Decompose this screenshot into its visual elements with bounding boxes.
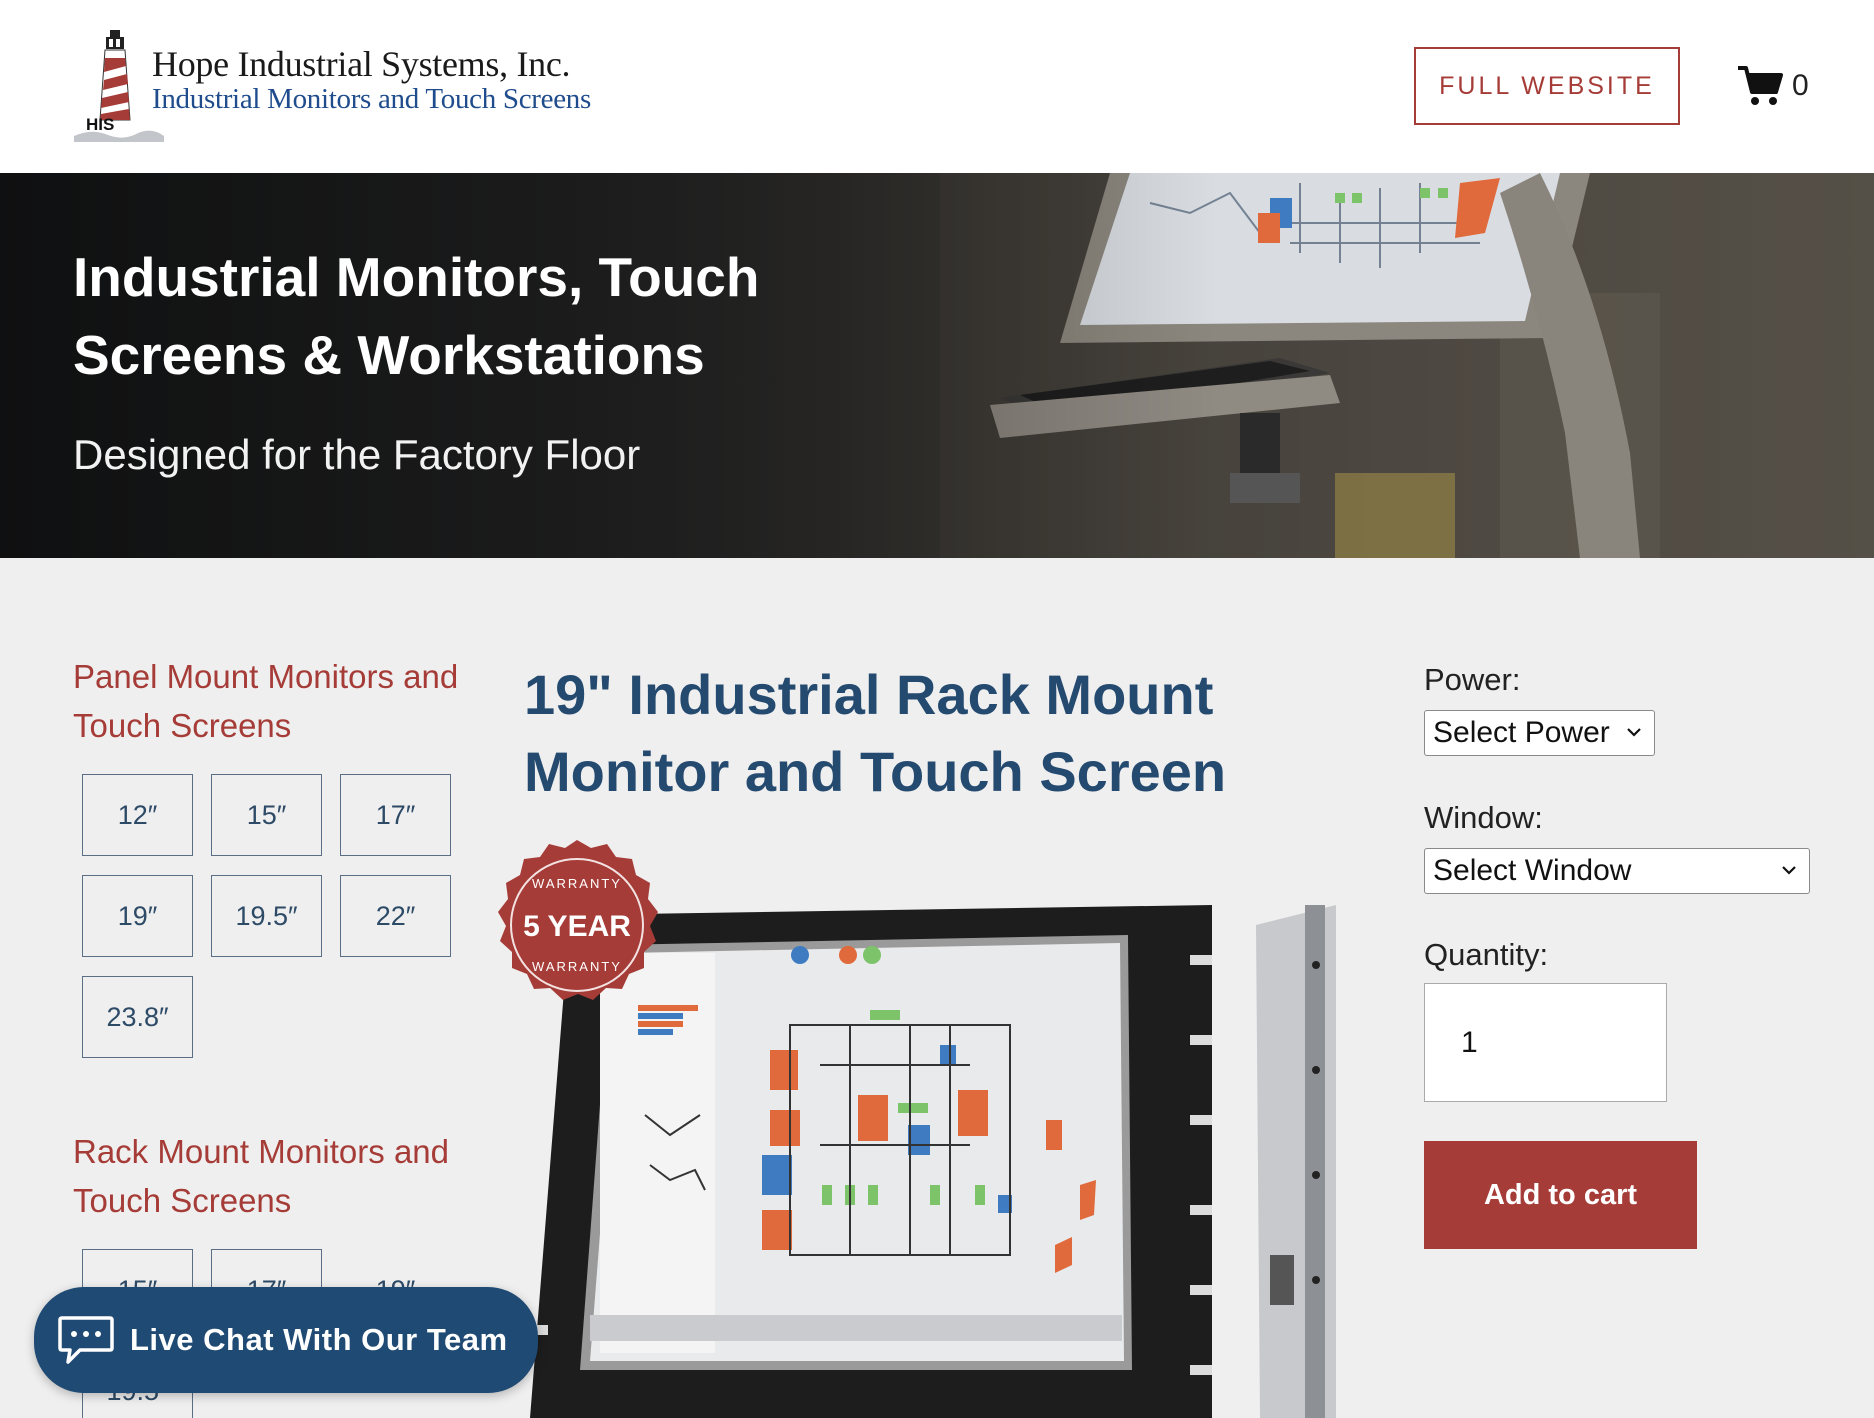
panel-size-23-8[interactable]: 23.8″	[82, 976, 193, 1058]
window-select-value: Select Window	[1433, 854, 1632, 887]
chevron-down-icon	[1782, 866, 1796, 875]
hero-banner: Industrial Monitors, Touch Screens & Wor…	[0, 173, 1874, 558]
power-select[interactable]: Select Power	[1424, 710, 1655, 756]
power-select-value: Select Power	[1433, 716, 1610, 749]
add-to-cart-button[interactable]: Add to cart	[1424, 1141, 1697, 1249]
live-chat-label: Live Chat With Our Team	[130, 1322, 508, 1357]
panel-size-15[interactable]: 15″	[211, 774, 322, 856]
chevron-down-icon	[1627, 728, 1641, 737]
panel-mount-heading[interactable]: Panel Mount Monitors and Touch Screens	[73, 652, 473, 750]
power-label: Power:	[1424, 662, 1521, 697]
chat-bubble-icon	[58, 1316, 114, 1364]
svg-text:HIS: HIS	[86, 115, 114, 134]
svg-text:WARRANTY: WARRANTY	[532, 959, 622, 974]
cart-count: 0	[1792, 69, 1809, 102]
cart-icon	[1738, 66, 1783, 105]
company-tagline: Industrial Monitors and Touch Screens	[152, 83, 591, 115]
warranty-badge: WARRANTY 5 YEAR WARRANTY	[498, 840, 658, 1000]
rack-mount-heading[interactable]: Rack Mount Monitors and Touch Screens	[73, 1127, 473, 1225]
product-title: 19" Industrial Rack Mount Monitor and To…	[524, 663, 1227, 803]
svg-text:WARRANTY: WARRANTY	[532, 876, 622, 891]
live-chat-button[interactable]: Live Chat With Our Team	[34, 1287, 538, 1393]
window-label: Window:	[1424, 800, 1543, 835]
quantity-input[interactable]: 1	[1424, 983, 1667, 1102]
panel-size-22[interactable]: 22″	[340, 875, 451, 957]
site-header: HIS Hope Industrial Systems, Inc. Indust…	[0, 0, 1874, 173]
quantity-label: Quantity:	[1424, 937, 1549, 972]
hero-subtitle: Designed for the Factory Floor	[73, 431, 641, 478]
panel-size-19[interactable]: 19″	[82, 875, 193, 957]
panel-size-12[interactable]: 12″	[82, 774, 193, 856]
svg-text:5 YEAR: 5 YEAR	[523, 910, 631, 943]
panel-size-17[interactable]: 17″	[340, 774, 451, 856]
full-website-button[interactable]: FULL WEBSITE	[1414, 47, 1680, 125]
panel-size-19-5[interactable]: 19.5″	[211, 875, 322, 957]
cart-button[interactable]: 0	[1736, 64, 1836, 108]
window-select[interactable]: Select Window	[1424, 848, 1810, 894]
company-name: Hope Industrial Systems, Inc.	[152, 44, 571, 84]
company-logo[interactable]: HIS Hope Industrial Systems, Inc. Indust…	[72, 28, 592, 146]
hero-title: Industrial Monitors, Touch Screens & Wor…	[73, 246, 760, 386]
